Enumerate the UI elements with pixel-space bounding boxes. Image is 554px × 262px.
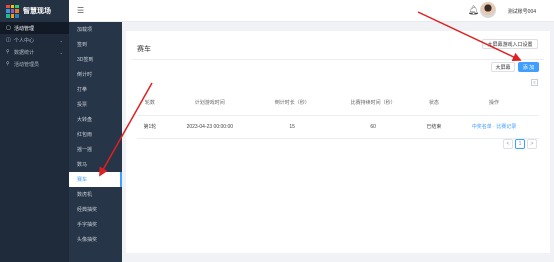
- arrow-to-add: [417, 11, 522, 62]
- arrow-to-racing: [99, 82, 153, 177]
- annotation-arrows: [99, 11, 522, 177]
